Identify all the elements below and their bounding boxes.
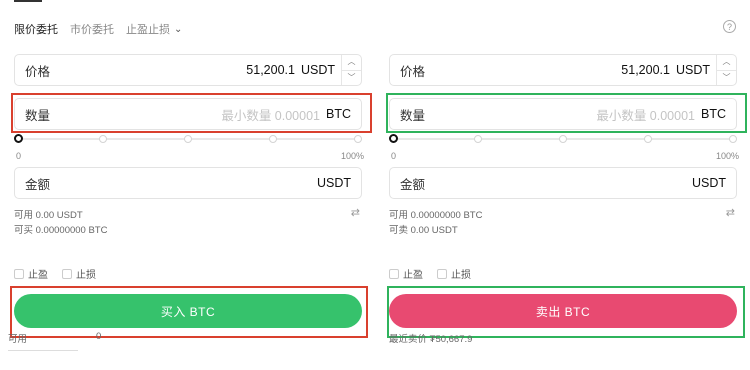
sell-btc-button[interactable]: 卖出 BTC — [389, 294, 737, 328]
buy-bottom-available-value: 0 — [96, 331, 102, 342]
sell-tp-sl-options: 止盈 止损 — [389, 266, 471, 281]
sell-amount-unit: USDT — [691, 176, 726, 190]
sell-quantity-placeholder: 最小数量 0.00001 — [596, 108, 695, 123]
sell-stop-loss-checkbox[interactable]: 止损 — [437, 266, 471, 281]
buy-available: 可用 0.00 USDT — [14, 210, 83, 221]
checkbox-box[interactable] — [389, 268, 399, 279]
slider-node-75[interactable] — [269, 135, 277, 143]
sell-can-sell: 可卖 0.00 USDT — [389, 225, 458, 236]
sell-balance-info: 可用 0.00000000 BTC 可卖 0.00 USDT — [389, 208, 482, 238]
slider-max-label: 100% — [340, 151, 364, 161]
slider-node-75[interactable] — [644, 135, 652, 143]
buy-bottom-available-label: 可用 — [8, 334, 28, 345]
buy-quantity-unit: BTC — [326, 107, 351, 121]
swap-arrows-icon[interactable]: ⇄ — [351, 206, 360, 219]
sell-amount-label: 金额 — [400, 177, 426, 192]
sell-price-stepper[interactable]: ︿ ﹀ — [716, 55, 736, 85]
sell-price-label: 价格 — [400, 64, 426, 79]
slider-min-label: 0 — [16, 151, 22, 161]
sell-quantity-unit: BTC — [701, 107, 726, 121]
buy-amount-input[interactable]: 金额 USDT — [14, 167, 362, 199]
buy-quantity-input[interactable]: 数量 最小数量 0.00001 BTC — [14, 98, 362, 130]
sell-panel: 价格 51,200.1 USDT ︿ ﹀ 数量 最小数量 0.00001 BTC… — [386, 0, 747, 370]
sell-last-price: 最近卖价 ₮50,667.9 — [389, 334, 473, 345]
buy-amount-unit: USDT — [316, 176, 351, 190]
swap-arrows-icon[interactable]: ⇄ — [726, 206, 735, 219]
slider-node-0[interactable] — [389, 134, 398, 143]
buy-quantity-label: 数量 — [25, 108, 51, 123]
slider-node-25[interactable] — [99, 135, 107, 143]
slider-node-50[interactable] — [559, 135, 567, 143]
chevron-down-icon[interactable]: ﹀ — [717, 69, 736, 86]
buy-amount-label: 金额 — [25, 177, 51, 192]
sell-price-input[interactable]: 价格 51,200.1 USDT ︿ ﹀ — [389, 54, 737, 86]
buy-price-label: 价格 — [25, 64, 51, 79]
buy-take-profit-checkbox[interactable]: 止盈 — [14, 266, 48, 281]
slider-node-25[interactable] — [474, 135, 482, 143]
chevron-up-icon[interactable]: ︿ — [342, 55, 361, 70]
buy-tp-sl-options: 止盈 止损 — [14, 266, 96, 281]
sell-percent-slider[interactable] — [389, 134, 737, 144]
checkbox-box[interactable] — [437, 268, 447, 279]
buy-balance-info: 可用 0.00 USDT 可买 0.00000000 BTC — [14, 208, 107, 238]
buy-percent-slider[interactable] — [14, 134, 362, 144]
sell-available: 可用 0.00000000 BTC — [389, 210, 483, 221]
slider-node-100[interactable] — [354, 135, 362, 143]
buy-price-unit: USDT — [300, 63, 335, 77]
sell-quantity-input[interactable]: 数量 最小数量 0.00001 BTC — [389, 98, 737, 130]
slider-min-label: 0 — [391, 151, 397, 161]
sell-take-profit-checkbox[interactable]: 止盈 — [389, 266, 423, 281]
slider-node-0[interactable] — [14, 134, 23, 143]
divider — [8, 350, 78, 351]
slider-node-50[interactable] — [184, 135, 192, 143]
buy-stop-loss-checkbox[interactable]: 止损 — [62, 266, 96, 281]
buy-panel: 价格 51,200.1 USDT ︿ ﹀ 数量 最小数量 0.00001 BTC… — [8, 0, 372, 370]
buy-price-input[interactable]: 价格 51,200.1 USDT ︿ ﹀ — [14, 54, 362, 86]
slider-node-100[interactable] — [729, 135, 737, 143]
buy-price-stepper[interactable]: ︿ ﹀ — [341, 55, 361, 85]
buy-btc-button[interactable]: 买入 BTC — [14, 294, 362, 328]
chevron-down-icon[interactable]: ﹀ — [342, 69, 361, 86]
sell-price-value: 51,200.1 — [621, 63, 670, 77]
checkbox-box[interactable] — [62, 268, 72, 279]
checkbox-box[interactable] — [14, 268, 24, 279]
slider-max-label: 100% — [715, 151, 739, 161]
buy-price-value: 51,200.1 — [246, 63, 295, 77]
sell-quantity-label: 数量 — [400, 108, 426, 123]
chevron-up-icon[interactable]: ︿ — [717, 55, 736, 70]
sell-price-unit: USDT — [675, 63, 710, 77]
buy-quantity-placeholder: 最小数量 0.00001 — [221, 108, 320, 123]
buy-can-buy: 可买 0.00000000 BTC — [14, 225, 108, 236]
sell-amount-input[interactable]: 金额 USDT — [389, 167, 737, 199]
